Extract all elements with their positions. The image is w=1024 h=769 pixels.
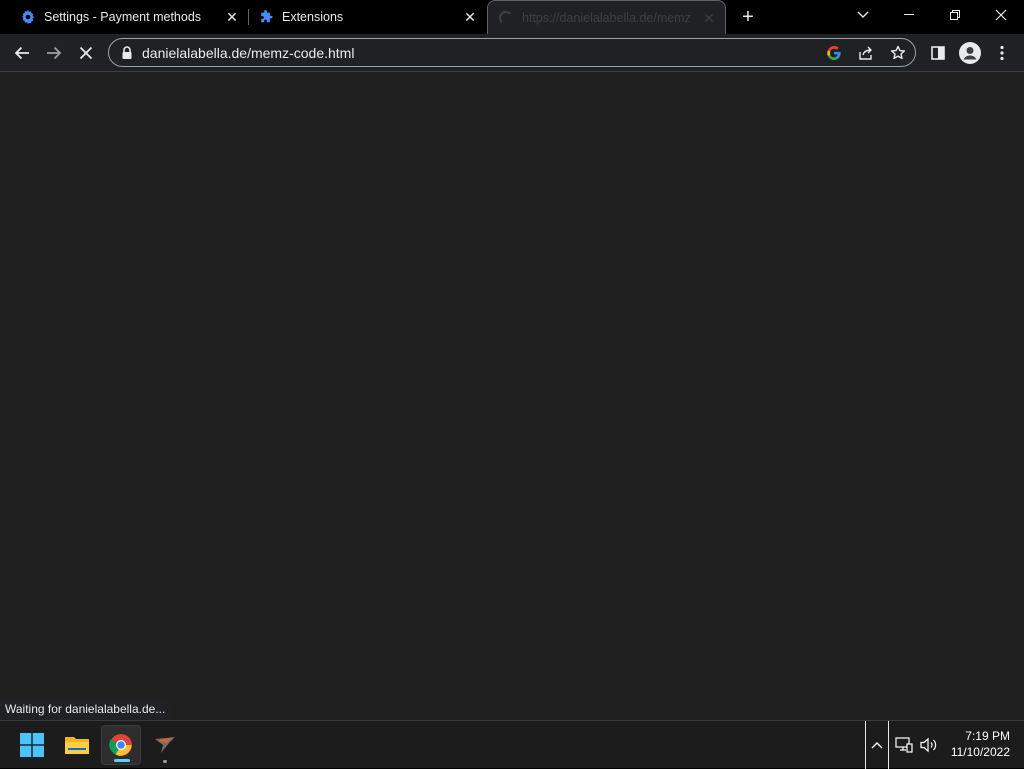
side-panel-icon bbox=[931, 46, 945, 60]
loading-spinner-icon bbox=[498, 10, 514, 26]
avatar-icon bbox=[959, 42, 981, 64]
close-tab-icon[interactable]: ✕ bbox=[701, 10, 717, 26]
new-tab-button[interactable]: + bbox=[736, 5, 760, 29]
restore-icon bbox=[950, 10, 960, 20]
start-button[interactable] bbox=[12, 725, 52, 765]
back-button[interactable] bbox=[8, 39, 36, 67]
gear-icon bbox=[20, 9, 36, 25]
network-icon[interactable] bbox=[894, 735, 914, 755]
restore-button[interactable] bbox=[932, 0, 978, 30]
tab-title: Settings - Payment methods bbox=[44, 10, 202, 24]
minimize-button[interactable] bbox=[886, 0, 932, 30]
more-vertical-icon bbox=[1000, 45, 1004, 61]
chrome-taskbar-button[interactable] bbox=[101, 725, 141, 765]
bookmark-star-icon[interactable] bbox=[889, 44, 907, 62]
active-indicator bbox=[114, 759, 130, 762]
system-clock[interactable]: 7:19 PM 11/10/2022 bbox=[940, 728, 1010, 760]
google-lens-icon[interactable] bbox=[825, 44, 843, 62]
share-icon[interactable] bbox=[857, 44, 875, 62]
chrome-menu-button[interactable] bbox=[988, 39, 1016, 67]
tab-title: Extensions bbox=[282, 10, 344, 24]
folder-icon bbox=[65, 737, 89, 754]
taskbar: 7:19 PM 11/10/2022 bbox=[0, 720, 1024, 769]
arrow-left-icon bbox=[14, 46, 29, 60]
arrow-right-icon bbox=[47, 46, 62, 60]
close-window-button[interactable] bbox=[978, 0, 1024, 30]
windows-logo-icon bbox=[20, 733, 44, 757]
tab-extensions[interactable]: Extensions ✕ bbox=[250, 0, 486, 34]
status-bubble: Waiting for danielalabella.de... bbox=[0, 700, 172, 720]
profile-button[interactable] bbox=[956, 39, 984, 67]
side-panel-button[interactable] bbox=[924, 39, 952, 67]
tab-strip: Settings - Payment methods ✕ Extensions … bbox=[0, 0, 1024, 35]
puzzle-icon bbox=[258, 9, 274, 25]
forward-button[interactable] bbox=[40, 39, 68, 67]
close-icon bbox=[995, 9, 1007, 21]
chevron-up-icon bbox=[871, 742, 883, 749]
close-icon bbox=[79, 46, 93, 60]
tab-separator bbox=[248, 9, 249, 25]
minimize-icon bbox=[904, 14, 914, 15]
tab-search-button[interactable] bbox=[840, 0, 886, 30]
bird-app-icon bbox=[155, 737, 175, 753]
close-tab-icon[interactable]: ✕ bbox=[224, 9, 240, 25]
running-indicator bbox=[163, 760, 167, 763]
file-explorer-button[interactable] bbox=[57, 725, 97, 765]
tab-settings-payment-methods[interactable]: Settings - Payment methods ✕ bbox=[12, 0, 248, 34]
chevron-down-icon bbox=[857, 11, 869, 18]
stop-loading-button[interactable] bbox=[72, 39, 100, 67]
volume-icon[interactable] bbox=[919, 735, 939, 755]
lock-icon[interactable] bbox=[121, 46, 133, 60]
show-hidden-icons-button[interactable] bbox=[865, 721, 889, 769]
address-bar[interactable] bbox=[108, 38, 916, 67]
close-tab-icon[interactable]: ✕ bbox=[462, 9, 478, 25]
clock-time: 7:19 PM bbox=[965, 729, 1010, 743]
plus-icon: + bbox=[742, 5, 754, 28]
tab-memz-loading[interactable]: https://danielalabella.de/memz ✕ bbox=[487, 0, 726, 35]
page-content bbox=[0, 72, 1024, 720]
clock-date: 11/10/2022 bbox=[950, 745, 1010, 759]
browser-toolbar bbox=[0, 34, 1024, 72]
url-input[interactable] bbox=[142, 43, 742, 63]
tab-title: https://danielalabella.de/memz bbox=[522, 11, 691, 25]
chrome-icon bbox=[109, 734, 132, 756]
bird-app-button[interactable] bbox=[145, 725, 185, 765]
